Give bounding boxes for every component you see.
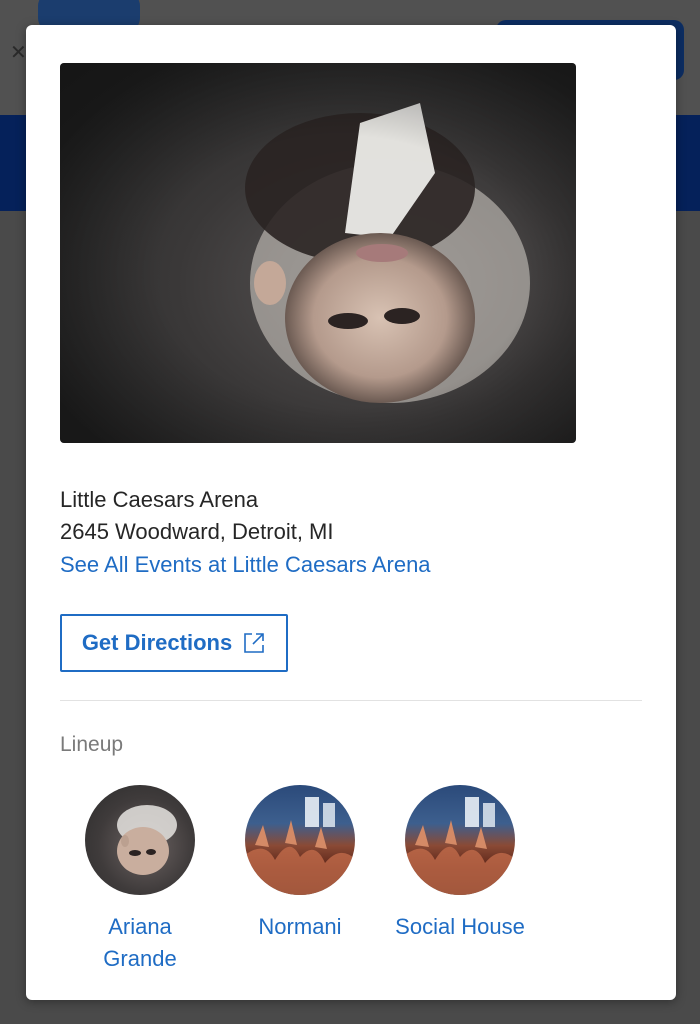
venue-name: Little Caesars Arena: [60, 487, 259, 512]
external-link-icon: [242, 631, 266, 655]
lineup-artist-normani[interactable]: Normani: [220, 785, 380, 943]
artist-name: Social House: [380, 911, 540, 943]
venue-modal: Little Caesars Arena 2645 Woodward, Detr…: [26, 25, 676, 1000]
event-hero-image: [60, 63, 576, 443]
lineup-artist-social-house[interactable]: Social House: [380, 785, 540, 943]
artist-name-line-1: Normani: [258, 914, 342, 939]
artist-name: Normani: [220, 911, 380, 943]
lineup-artist-ariana-grande[interactable]: Ariana Grande: [60, 785, 220, 975]
artist-name-line-1: Ariana: [108, 914, 172, 939]
section-divider: [60, 700, 642, 701]
get-directions-label: Get Directions: [81, 630, 233, 655]
hero-photo-art: [60, 63, 576, 443]
artist-name: Ariana Grande: [60, 911, 220, 975]
see-all-events-link[interactable]: See All Events at Little Caesars Arena: [60, 552, 431, 578]
artist-name-line-1: Social House: [395, 914, 525, 939]
get-directions-button[interactable]: Get Directions: [60, 614, 288, 672]
artist-avatar: [85, 785, 195, 895]
artist-avatar: [405, 785, 515, 895]
artist-avatar: [245, 785, 355, 895]
close-icon[interactable]: ✕: [10, 40, 27, 65]
lineup-heading: Lineup: [60, 733, 124, 756]
artist-name-line-2: Grande: [103, 946, 177, 971]
venue-address: 2645 Woodward, Detroit, MI: [60, 519, 334, 544]
